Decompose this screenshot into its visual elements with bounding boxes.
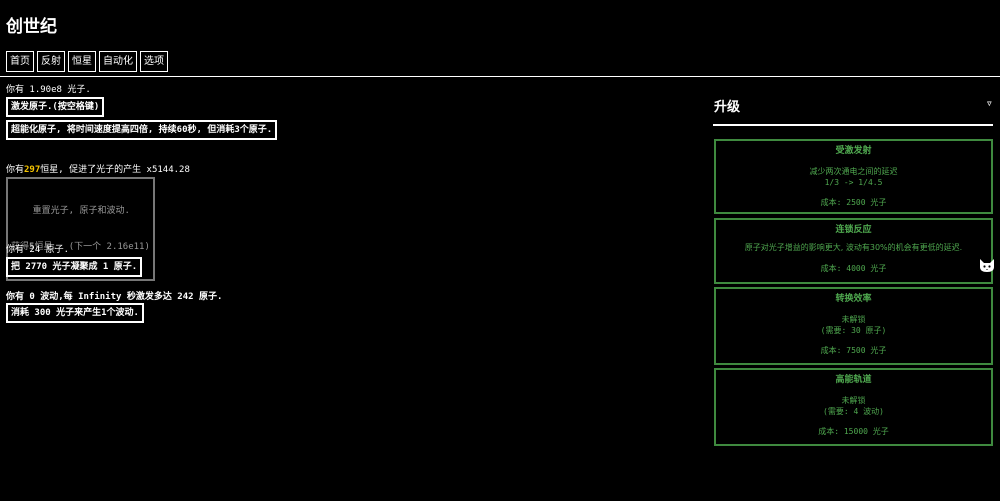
upgrade-cost: 成本: 2500 光子 (820, 198, 887, 207)
excite-atoms-button[interactable]: 激发原子.(按空格键) (6, 97, 105, 117)
create-wave-button[interactable]: 消耗 300 光子来产生1个波动. (6, 303, 144, 323)
upgrade-cost: 成本: 4000 光子 (820, 264, 887, 273)
upgrade-name: 受激发射 (835, 146, 872, 156)
photon-count-text: 你有 1.90e8 光子. (6, 85, 91, 95)
tab-home[interactable]: 首页 (6, 51, 34, 72)
star-reset-label: 重置光子, 原子和波动. (11, 206, 130, 216)
cat-face-icon[interactable] (978, 256, 996, 274)
upgrade-card-chain-reaction[interactable]: 连锁反应 原子对光子增益的影响更大, 波动有30%的机会有更低的延迟. 成本: … (714, 218, 993, 284)
wave-count-text: 你有 0 波动,每 Infinity 秒激发多达 242 原子. (6, 292, 223, 302)
tab-reflection[interactable]: 反射 (37, 51, 65, 72)
upgrade-cost: 成本: 15000 光子 (818, 427, 889, 436)
tab-options[interactable]: 选项 (140, 51, 168, 72)
game-page: 创世纪 首页 反射 恒星 自动化 选项 你有 1.90e8 光子. 激发原子.(… (0, 0, 1000, 501)
tab-automation[interactable]: 自动化 (99, 51, 137, 72)
upgrade-name: 连锁反应 (835, 225, 872, 235)
upgrade-card-conversion-efficiency[interactable]: 转换效率 未解锁 (需要: 30 原子) 成本: 7500 光子 (714, 287, 993, 365)
triangle-down-icon[interactable]: ▿ (986, 96, 993, 110)
condense-atom-button[interactable]: 把 2770 光子凝聚成 1 原子. (6, 257, 143, 277)
upgrade-card-stimulated-emission[interactable]: 受激发射 减少两次通电之间的延迟 1/3 -> 1/4.5 成本: 2500 光… (714, 139, 993, 214)
upgrade-cost: 成本: 7500 光子 (820, 346, 887, 355)
atom-count-text: 你有 24 原子. (6, 245, 70, 255)
upgrade-card-high-energy-orbit[interactable]: 高能轨道 未解锁 (需要: 4 波动) 成本: 15000 光子 (714, 368, 993, 446)
upgrade-description: 减少两次通电之间的延迟 (809, 167, 898, 176)
supercharge-atoms-button[interactable]: 超能化原子, 将时间速度提高四倍, 持续60秒, 但消耗3个原子. (6, 120, 278, 140)
upgrades-title: 升级 (714, 100, 741, 115)
upgrade-name: 转换效率 (835, 294, 872, 304)
star-count-text: 你有297恒星, 促进了光子的产生 x5144.28 (6, 165, 190, 175)
header-divider (0, 76, 1000, 77)
upgrade-requirement: (需要: 30 原子) (820, 326, 887, 335)
tab-stars[interactable]: 恒星 (68, 51, 96, 72)
upgrade-name: 高能轨道 (835, 375, 872, 385)
upgrade-locked-text: 未解锁 (841, 396, 866, 405)
upgrade-requirement: (需要: 4 波动) (823, 407, 884, 416)
nav-tabs: 首页 反射 恒星 自动化 选项 (6, 51, 168, 72)
upgrade-description: 原子对光子增益的影响更大, 波动有30%的机会有更低的延迟. (744, 243, 963, 252)
upgrades-header: 升级 ▿ (713, 92, 993, 126)
page-title: 创世纪 (6, 17, 57, 37)
upgrades-panel: 升级 ▿ 受激发射 减少两次通电之间的延迟 1/3 -> 1/4.5 成本: 2… (713, 92, 993, 446)
upgrade-effect: 1/3 -> 1/4.5 (824, 178, 883, 187)
upgrade-locked-text: 未解锁 (841, 315, 866, 324)
